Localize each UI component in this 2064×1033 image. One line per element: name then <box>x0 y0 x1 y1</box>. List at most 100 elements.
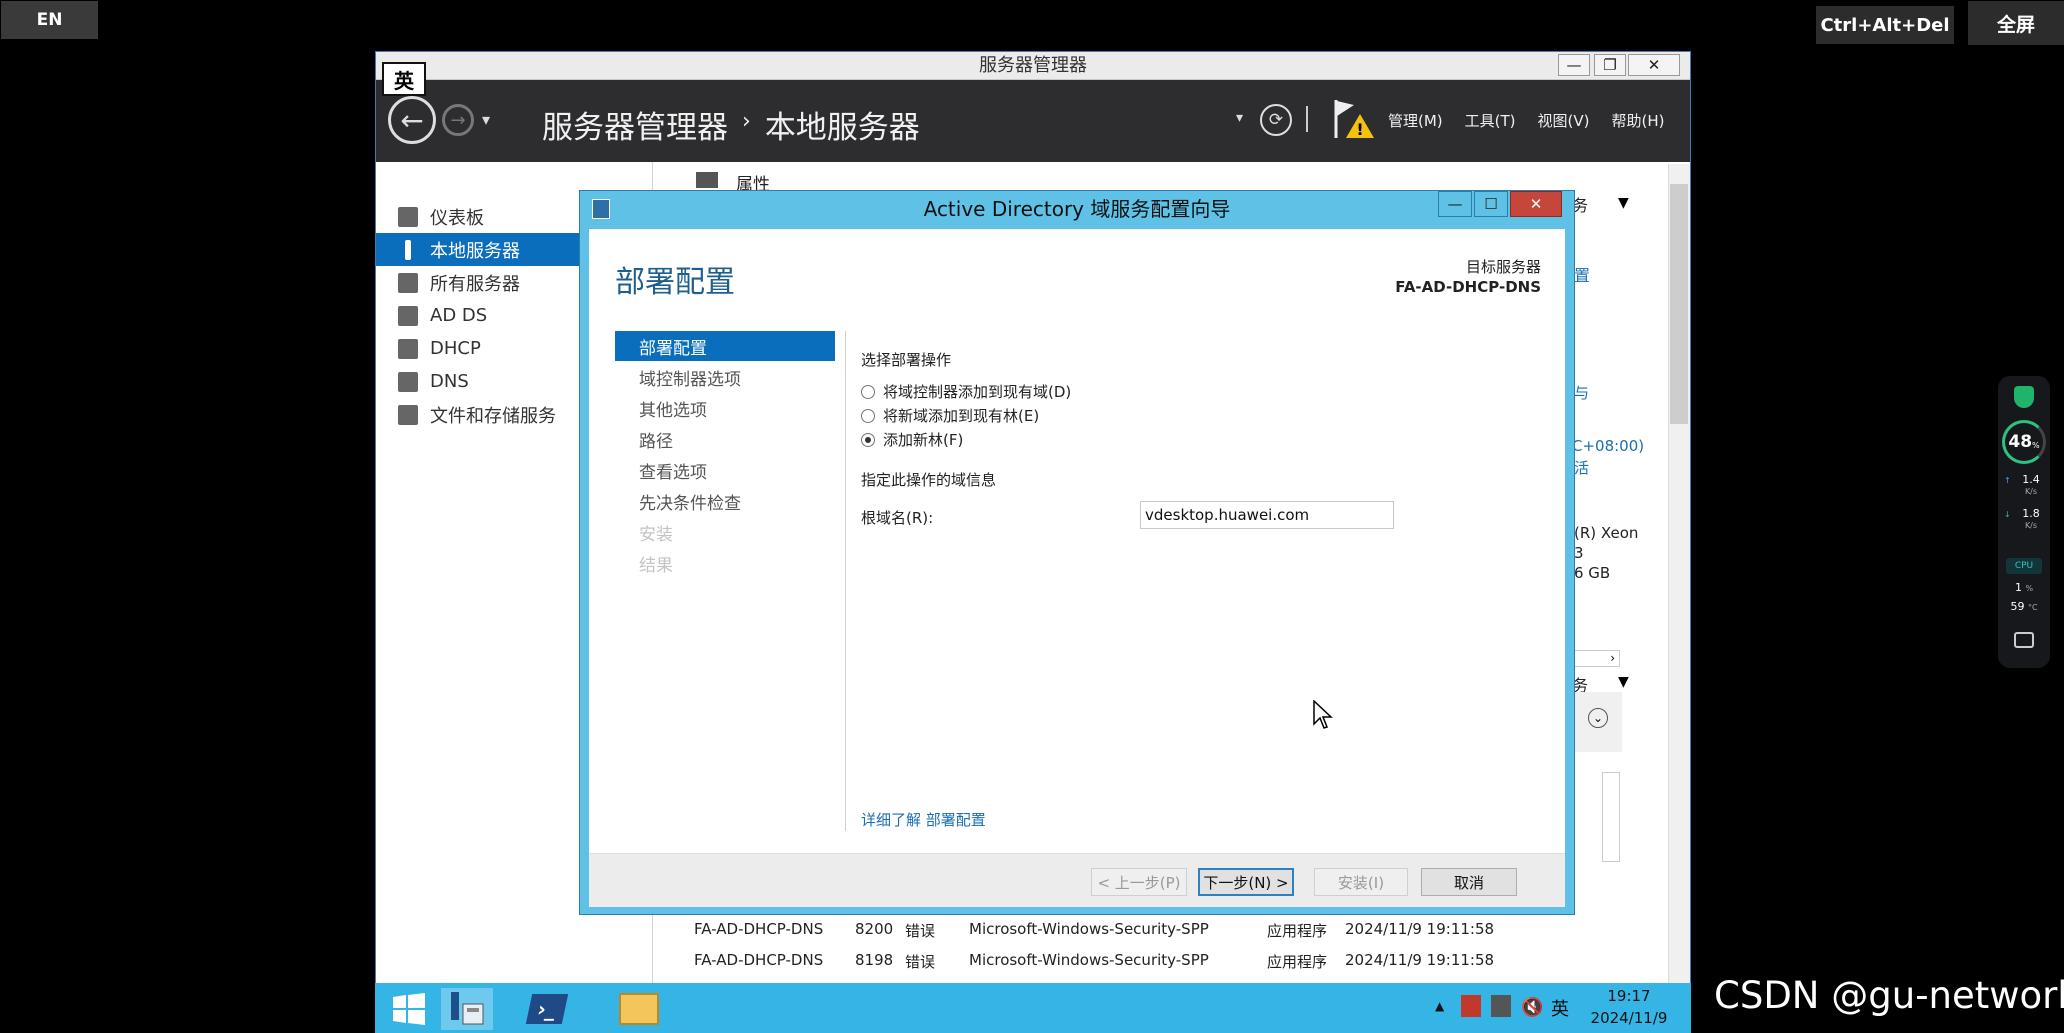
step-review-options[interactable]: 查看选项 <box>615 455 835 485</box>
next-button[interactable]: 下一步(N) > <box>1198 868 1294 896</box>
ime-badge[interactable]: 英 <box>382 62 426 96</box>
event-level: 错误 <box>905 953 936 971</box>
memory-gauge: 48% <box>2002 420 2046 464</box>
system-monitor-widget[interactable]: 48% ↑ 1.4 K/s ↓ 1.8 K/s CPU 1 % 59 °C <box>1998 376 2050 668</box>
event-source: Microsoft-Windows-Security-SPP <box>969 951 1209 969</box>
cpu-unit: % <box>2025 584 2034 593</box>
table-row[interactable]: FA-AD-DHCP-DNS 8198 错误 Microsoft-Windows… <box>694 951 1494 972</box>
forward-arrow-icon[interactable]: → <box>442 104 474 136</box>
dialog-footer: < 上一步(P) 下一步(N) > 安装(I) 取消 <box>589 853 1565 907</box>
dialog-title: Active Directory 域服务配置向导 <box>923 197 1231 221</box>
root-domain-input[interactable] <box>1140 501 1394 529</box>
windows-logo-icon <box>393 993 425 1025</box>
step-prereq-check[interactable]: 先决条件检查 <box>615 486 835 516</box>
speaker-muted-icon[interactable]: 🔇 <box>1521 997 1543 1018</box>
refresh-icon[interactable]: ⟳ <box>1260 104 1292 136</box>
minimize-button[interactable]: — <box>1558 54 1590 76</box>
close-button[interactable]: ✕ <box>1628 54 1680 76</box>
clock[interactable]: 19:17 2024/11/9 <box>1585 985 1673 1029</box>
memory-value: 6 GB <box>1574 564 1611 582</box>
learn-more-link[interactable]: 详细了解 部署配置 <box>861 809 986 830</box>
server-icon <box>405 239 411 260</box>
target-server-info: 目标服务器 FA-AD-DHCP-DNS <box>1395 257 1541 297</box>
option-add-new-forest[interactable]: 添加新林(F) <box>861 429 963 450</box>
cpu-value: 1 <box>2014 581 2022 594</box>
fullscreen-button[interactable]: 全屏 <box>1968 1 2064 45</box>
watermark: CSDN @gu-network <box>1714 974 2064 1017</box>
radio-button-selected[interactable] <box>861 432 875 447</box>
ime-indicator[interactable]: 英 <box>1551 995 1569 1021</box>
sidebar-item-label: 本地服务器 <box>430 240 520 262</box>
option-add-dc-existing-domain[interactable]: 将域控制器添加到现有域(D) <box>861 381 1071 402</box>
memory-percent-unit: % <box>2032 440 2040 450</box>
chevron-down-icon[interactable]: ▾ <box>482 110 490 129</box>
option-add-domain-existing-forest[interactable]: 将新域添加到现有林(E) <box>861 405 1039 426</box>
property-value: 3 <box>1574 544 1584 562</box>
dns-icon <box>398 371 418 392</box>
sidebar-item-label: 文件和存储服务 <box>430 405 556 427</box>
menu-help[interactable]: 帮助(H) <box>1612 110 1665 131</box>
restore-button[interactable]: ❐ <box>1594 54 1626 76</box>
breadcrumb: 服务器管理器 › 本地服务器 <box>542 102 920 147</box>
dialog-minimize-button[interactable]: — <box>1438 191 1472 217</box>
dialog-maximize-button[interactable]: ☐ <box>1474 191 1508 217</box>
download-arrow-icon: ↓ <box>2004 510 2011 519</box>
file-explorer-icon[interactable] <box>613 988 665 1030</box>
ctrl-alt-del-button[interactable]: Ctrl+Alt+Del <box>1816 6 1954 44</box>
radio-button[interactable] <box>861 408 875 423</box>
activation-link[interactable]: 活 <box>1574 457 1589 478</box>
back-arrow-icon[interactable]: ← <box>388 96 436 144</box>
property-link[interactable]: 与 <box>1574 382 1589 403</box>
svg-text:!: ! <box>1356 120 1363 139</box>
tray-expand-icon[interactable]: ▲ <box>1435 999 1444 1013</box>
properties-icon <box>696 172 718 188</box>
clock-date: 2024/11/9 <box>1590 1009 1668 1027</box>
start-button[interactable] <box>383 988 435 1030</box>
step-deployment-config[interactable]: 部署配置 <box>615 331 835 361</box>
timezone-link[interactable]: C+08:00) <box>1572 437 1644 455</box>
breadcrumb-root[interactable]: 服务器管理器 <box>542 102 728 147</box>
upload-unit: K/s <box>2024 487 2038 496</box>
download-value: 1.8 <box>2022 507 2040 520</box>
table-row[interactable]: FA-AD-DHCP-DNS 8200 错误 Microsoft-Windows… <box>694 920 1494 941</box>
en-language-button[interactable]: EN <box>1 1 98 39</box>
dialog-close-button[interactable]: ✕ <box>1510 191 1562 217</box>
select-operation-label: 选择部署操作 <box>861 351 952 369</box>
menu-tools[interactable]: 工具(T) <box>1465 110 1516 131</box>
property-link[interactable]: 置 <box>1574 262 1590 286</box>
events-scrollbar[interactable] <box>1602 772 1620 862</box>
event-time: 2024/11/9 19:11:58 <box>1345 920 1495 938</box>
event-source: Microsoft-Windows-Security-SPP <box>969 920 1209 938</box>
menu-view[interactable]: 视图(V) <box>1538 110 1590 131</box>
taskbar: ›_ ▲ 🔇 英 19:17 2024/11/9 <box>375 983 1691 1033</box>
dropdown-chevron-icon[interactable]: ▾ <box>1236 110 1243 126</box>
powershell-icon[interactable]: ›_ <box>521 988 573 1030</box>
event-log: 应用程序 <box>1267 922 1328 940</box>
install-button[interactable]: 安装(I) <box>1314 868 1408 896</box>
action-center-flag-icon[interactable] <box>1461 995 1481 1017</box>
event-time: 2024/11/9 19:11:58 <box>1345 951 1495 969</box>
sidebar-item-label: DNS <box>430 371 469 392</box>
step-additional-options[interactable]: 其他选项 <box>615 393 835 423</box>
menu-manage[interactable]: 管理(M) <box>1388 110 1443 131</box>
cancel-button[interactable]: 取消 <box>1421 868 1517 896</box>
scrollbar-thumb[interactable] <box>1670 184 1688 424</box>
screenshot-camera-icon[interactable] <box>2014 632 2034 648</box>
ad-ds-icon <box>398 305 418 326</box>
expand-chevron-icon[interactable]: ⌄ <box>1588 708 1608 728</box>
target-server-name: FA-AD-DHCP-DNS <box>1395 278 1541 296</box>
step-dc-options[interactable]: 域控制器选项 <box>615 362 835 392</box>
event-id: 8200 <box>855 920 894 938</box>
clock-time: 19:17 <box>1607 987 1651 1005</box>
radio-button[interactable] <box>861 384 875 399</box>
notification-flag-icon[interactable]: ! <box>1332 98 1376 142</box>
previous-button[interactable]: < 上一步(P) <box>1091 868 1187 896</box>
scroll-right-icon[interactable]: › <box>1572 650 1620 667</box>
step-paths[interactable]: 路径 <box>615 424 835 454</box>
network-icon[interactable] <box>1491 995 1511 1017</box>
server-manager-taskbar-icon[interactable] <box>441 988 493 1030</box>
event-server: FA-AD-DHCP-DNS <box>694 920 824 938</box>
memory-percent: 48 <box>2008 432 2033 452</box>
step-install: 安装 <box>639 524 673 545</box>
download-speed: 1.8 K/s <box>2016 508 2046 532</box>
